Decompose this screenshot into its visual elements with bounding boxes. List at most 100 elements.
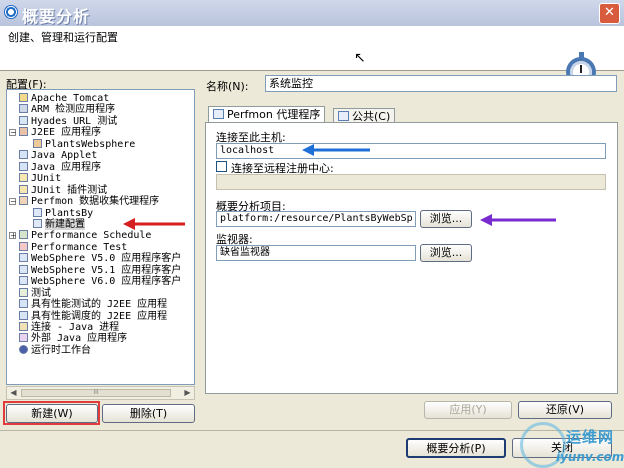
remote-registry-input [216, 174, 606, 190]
config-type-icon [19, 276, 28, 286]
tree-item[interactable]: WebSphere V5.1 应用程序客户 [19, 264, 182, 277]
blue-arrow-icon [302, 144, 370, 156]
monitor-input[interactable]: 缺省监视器 [216, 245, 416, 261]
perfmon-tab-icon [213, 109, 224, 119]
scroll-left-icon[interactable]: ◀ [8, 388, 19, 398]
tree-item-label: J2EE 应用程序 [31, 127, 102, 139]
common-tab-icon [338, 111, 349, 121]
tree-item[interactable]: Java 应用程序 [19, 161, 102, 174]
profile-button[interactable]: 概要分析(P) [406, 438, 506, 458]
tree-item[interactable]: WebSphere V5.0 应用程序客户 [19, 253, 181, 265]
close-icon: ✕ [604, 5, 615, 20]
config-type-icon [19, 299, 28, 309]
config-type-icon [19, 127, 28, 137]
config-type-icon [19, 184, 28, 194]
revert-button[interactable]: 还原(V) [518, 401, 612, 419]
tree-item[interactable]: PlantsBy [33, 207, 94, 220]
tree-item-label: Perfmon 数据收集代理程序 [31, 196, 160, 208]
tree-item-label: PlantsBy [45, 207, 94, 219]
apply-button[interactable]: 应用(Y) [424, 401, 512, 419]
tree-item-label: Java Applet [31, 150, 98, 162]
config-type-icon [19, 310, 28, 320]
config-type-icon [19, 287, 28, 297]
tree-item[interactable]: J2EE 应用程序 [19, 127, 101, 139]
tree-item[interactable]: 具有性能测试的 J2EE 应用程 [19, 299, 167, 311]
tree-item-label: WebSphere V5.1 应用程序客户 [31, 264, 182, 276]
watermark-line2: iyunv.com [556, 450, 624, 464]
tree-item-label: 新建配置 [45, 218, 85, 230]
tree-item-label: ARM 检测应用程序 [31, 104, 116, 116]
close-window-button[interactable]: ✕ [599, 3, 620, 24]
expand-icon[interactable]: + [9, 232, 17, 240]
config-tree[interactable]: Apache Tomcat ARM 检测应用程序 Hyades URL 测试 J2EE… [6, 89, 195, 385]
purple-arrow-icon [480, 214, 556, 226]
host-input[interactable]: localhost [216, 143, 606, 159]
tree-item-label: 外部 Java 应用程序 [31, 333, 128, 345]
collapse-icon[interactable]: − [9, 129, 17, 137]
browse-project-button[interactable]: 浏览... [420, 210, 472, 228]
tab-label: Perfmon 代理程序 [227, 108, 321, 121]
config-type-icon [19, 150, 28, 160]
tree-item[interactable]: 外部 Java 应用程序 [19, 333, 127, 345]
tree-item-label: JUnit 插件测试 [31, 184, 108, 196]
tree-item-label: Performance Schedule [31, 230, 152, 242]
tree-item-label: WebSphere V6.0 应用程序客户 [31, 276, 182, 288]
tree-item[interactable]: 新建配置 [33, 218, 85, 231]
browse-monitor-button[interactable]: 浏览... [420, 244, 472, 262]
tree-item[interactable]: Perfmon 数据收集代理程序 [19, 196, 159, 208]
tree-item-label: JUnit [31, 173, 62, 185]
watermark-line1: 运维网 [566, 428, 615, 446]
config-type-icon [19, 115, 28, 125]
tree-item-label: Hyades URL 测试 [31, 115, 118, 127]
scroll-right-icon[interactable]: ▶ [182, 388, 193, 398]
tree-item[interactable]: Java Applet [19, 150, 97, 162]
config-type-icon [19, 264, 28, 274]
tree-item-label: 连接 - Java 进程 [31, 322, 120, 333]
scroll-thumb[interactable]: III [21, 389, 171, 397]
tree-item-label: 运行时工作台 [31, 344, 91, 356]
window-title: 概要分析 [22, 7, 91, 26]
config-type-icon [19, 230, 28, 240]
tree-item-label: PlantsWebsphere [45, 138, 136, 150]
profiling-project-input[interactable]: platform:/resource/PlantsByWebSp [216, 211, 416, 227]
tree-item-label: Performance Test [31, 241, 128, 253]
delete-button[interactable]: 删除(T) [102, 404, 195, 423]
scroll-thumb-grip: III [93, 389, 99, 396]
name-label: 名称(N): [206, 80, 249, 93]
config-type-icon [19, 253, 28, 263]
tree-item[interactable]: ARM 检测应用程序 [19, 104, 115, 116]
tree-item[interactable]: PlantsWebsphere [33, 138, 136, 151]
tree-horizontal-scrollbar[interactable]: ◀ III ▶ [6, 386, 195, 400]
tree-item-label: 具有性能测试的 J2EE 应用程 [31, 299, 168, 311]
tree-item[interactable]: 运行时工作台 [19, 344, 91, 357]
tree-item[interactable]: 测试 [19, 287, 51, 300]
tree-item[interactable]: JUnit [19, 173, 61, 185]
mouse-cursor-icon: ↖ [354, 50, 366, 66]
config-type-icon [19, 241, 28, 251]
config-type-icon [19, 322, 28, 331]
red-arrow-icon [123, 218, 185, 230]
config-type-icon [33, 138, 42, 148]
collapse-icon[interactable]: − [9, 198, 17, 206]
tree-item[interactable]: Performance Schedule [19, 230, 151, 242]
config-type-icon [19, 104, 28, 114]
config-type-icon [19, 161, 28, 171]
remote-registry-checkbox[interactable] [216, 161, 227, 172]
header-banner: 创建、管理和运行配置 ↖ [0, 26, 624, 87]
config-type-icon [19, 196, 28, 206]
config-type-icon [33, 207, 42, 217]
name-field[interactable]: 系统监控 [265, 75, 617, 92]
tree-item-label: Java 应用程序 [31, 161, 102, 173]
banner-description: 创建、管理和运行配置 [8, 31, 118, 44]
config-type-icon [19, 333, 28, 343]
tree-item-label: 测试 [31, 287, 51, 299]
config-type-icon [19, 93, 28, 102]
tree-item-label: Apache Tomcat [31, 93, 110, 104]
watermark-logo: 运维网 iyunv.com [520, 422, 624, 468]
tree-item[interactable]: 具有性能调度的 J2EE 应用程 [19, 310, 167, 323]
config-type-icon [19, 344, 28, 354]
config-type-icon [19, 173, 28, 183]
tree-item[interactable]: JUnit 插件测试 [19, 184, 108, 197]
tree-item-label: WebSphere V5.0 应用程序客户 [31, 253, 182, 265]
tree-item[interactable]: WebSphere V6.0 应用程序客户 [19, 276, 181, 288]
